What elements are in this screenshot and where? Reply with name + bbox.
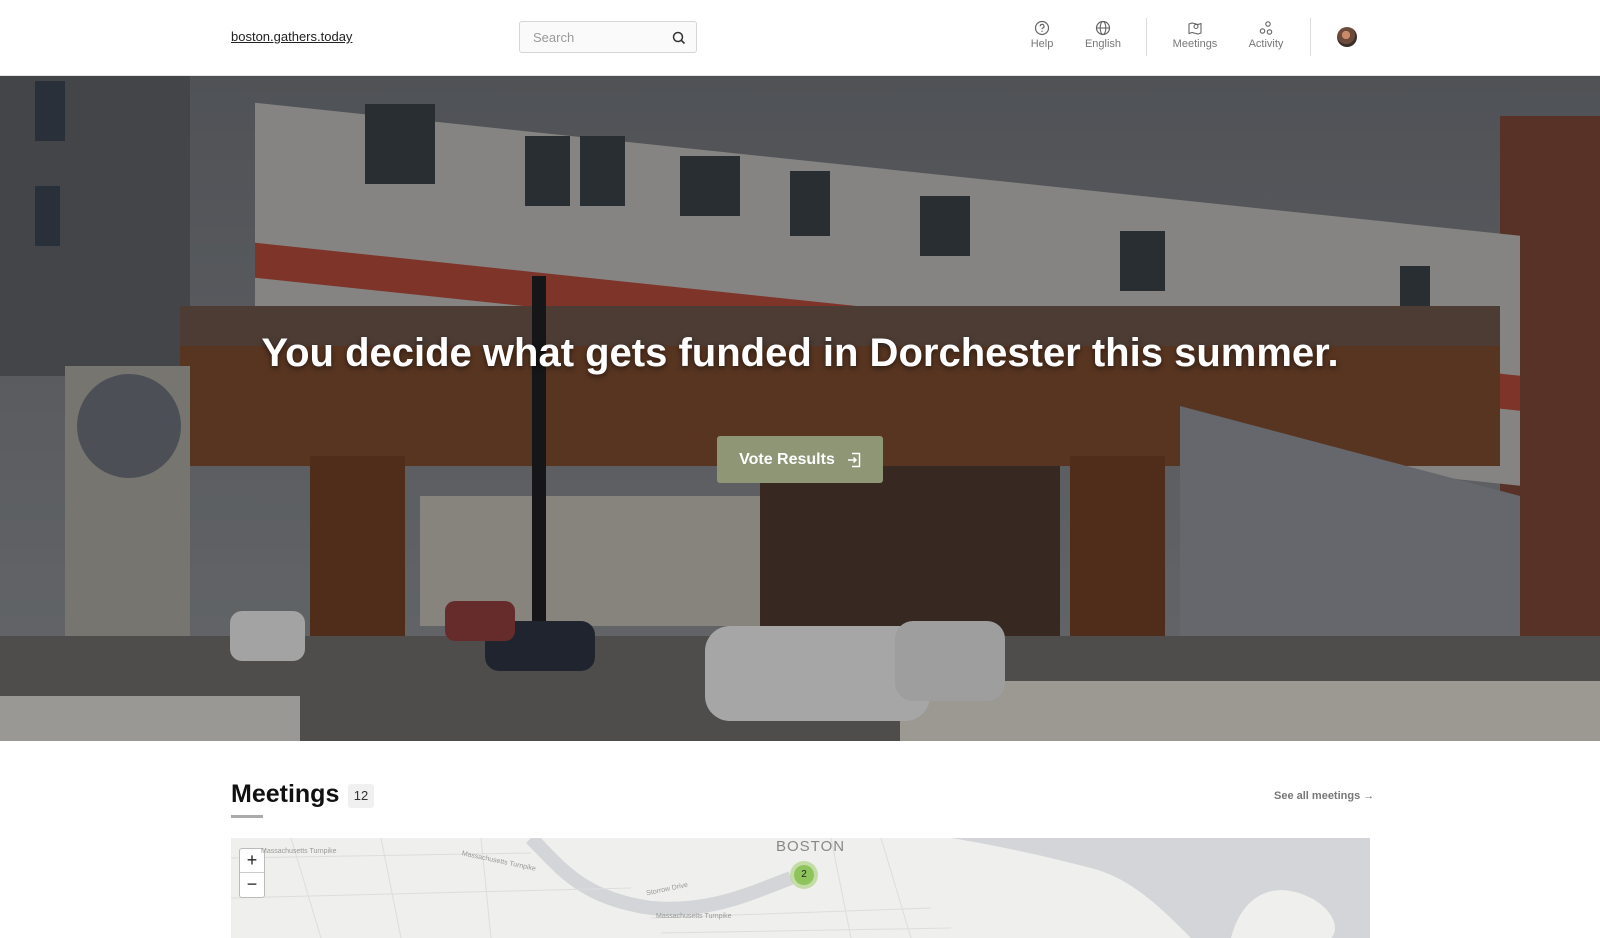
map-road-label: Massachusetts Turnpike bbox=[261, 848, 337, 855]
meetings-count-badge: 12 bbox=[348, 784, 374, 808]
hero-title: You decide what gets funded in Dorcheste… bbox=[261, 331, 1339, 375]
map-road-label: Massachusetts Turnpike bbox=[656, 913, 732, 920]
vote-results-label: Vote Results bbox=[739, 450, 835, 468]
map-cluster-count: 2 bbox=[794, 865, 814, 885]
heading-underline bbox=[231, 815, 263, 818]
map-pin-icon bbox=[1188, 22, 1202, 35]
nav-divider bbox=[1310, 18, 1311, 56]
help-circle-icon bbox=[1034, 20, 1050, 36]
nav-language[interactable]: English bbox=[1073, 20, 1133, 50]
search-icon[interactable] bbox=[668, 27, 690, 49]
sign-in-icon bbox=[847, 452, 861, 467]
site-home-link[interactable]: boston.gathers.today bbox=[231, 29, 352, 44]
globe-icon bbox=[1095, 20, 1111, 36]
map-zoom-control: + − bbox=[239, 848, 265, 898]
search-input[interactable] bbox=[520, 22, 660, 52]
vote-results-button[interactable]: Vote Results bbox=[717, 436, 883, 483]
nav-language-label: English bbox=[1084, 38, 1122, 50]
nav-activity-label: Activity bbox=[1248, 38, 1284, 50]
top-header: boston.gathers.today Help English Meetin… bbox=[0, 0, 1600, 76]
activity-icon bbox=[1259, 21, 1273, 35]
nav-activity[interactable]: Activity bbox=[1236, 20, 1296, 50]
search-box bbox=[519, 21, 697, 53]
map-cluster-marker[interactable]: 2 bbox=[790, 861, 818, 889]
meetings-map[interactable]: BOSTON + − Massachusetts Turnpike Massac… bbox=[231, 838, 1370, 938]
nav-meetings-label: Meetings bbox=[1172, 38, 1218, 50]
meetings-heading: Meetings bbox=[231, 780, 340, 808]
nav-meetings[interactable]: Meetings bbox=[1165, 20, 1225, 50]
nav-help[interactable]: Help bbox=[1012, 20, 1072, 50]
zoom-out-button[interactable]: − bbox=[240, 873, 264, 897]
hero-background-image bbox=[0, 76, 1600, 741]
see-all-meetings-link[interactable]: See all meetings → bbox=[1274, 790, 1374, 802]
map-city-label: BOSTON bbox=[776, 838, 846, 855]
hero-banner: You decide what gets funded in Dorcheste… bbox=[0, 76, 1600, 741]
user-avatar[interactable] bbox=[1337, 27, 1357, 47]
nav-divider bbox=[1146, 18, 1147, 56]
nav-help-label: Help bbox=[1030, 38, 1054, 50]
